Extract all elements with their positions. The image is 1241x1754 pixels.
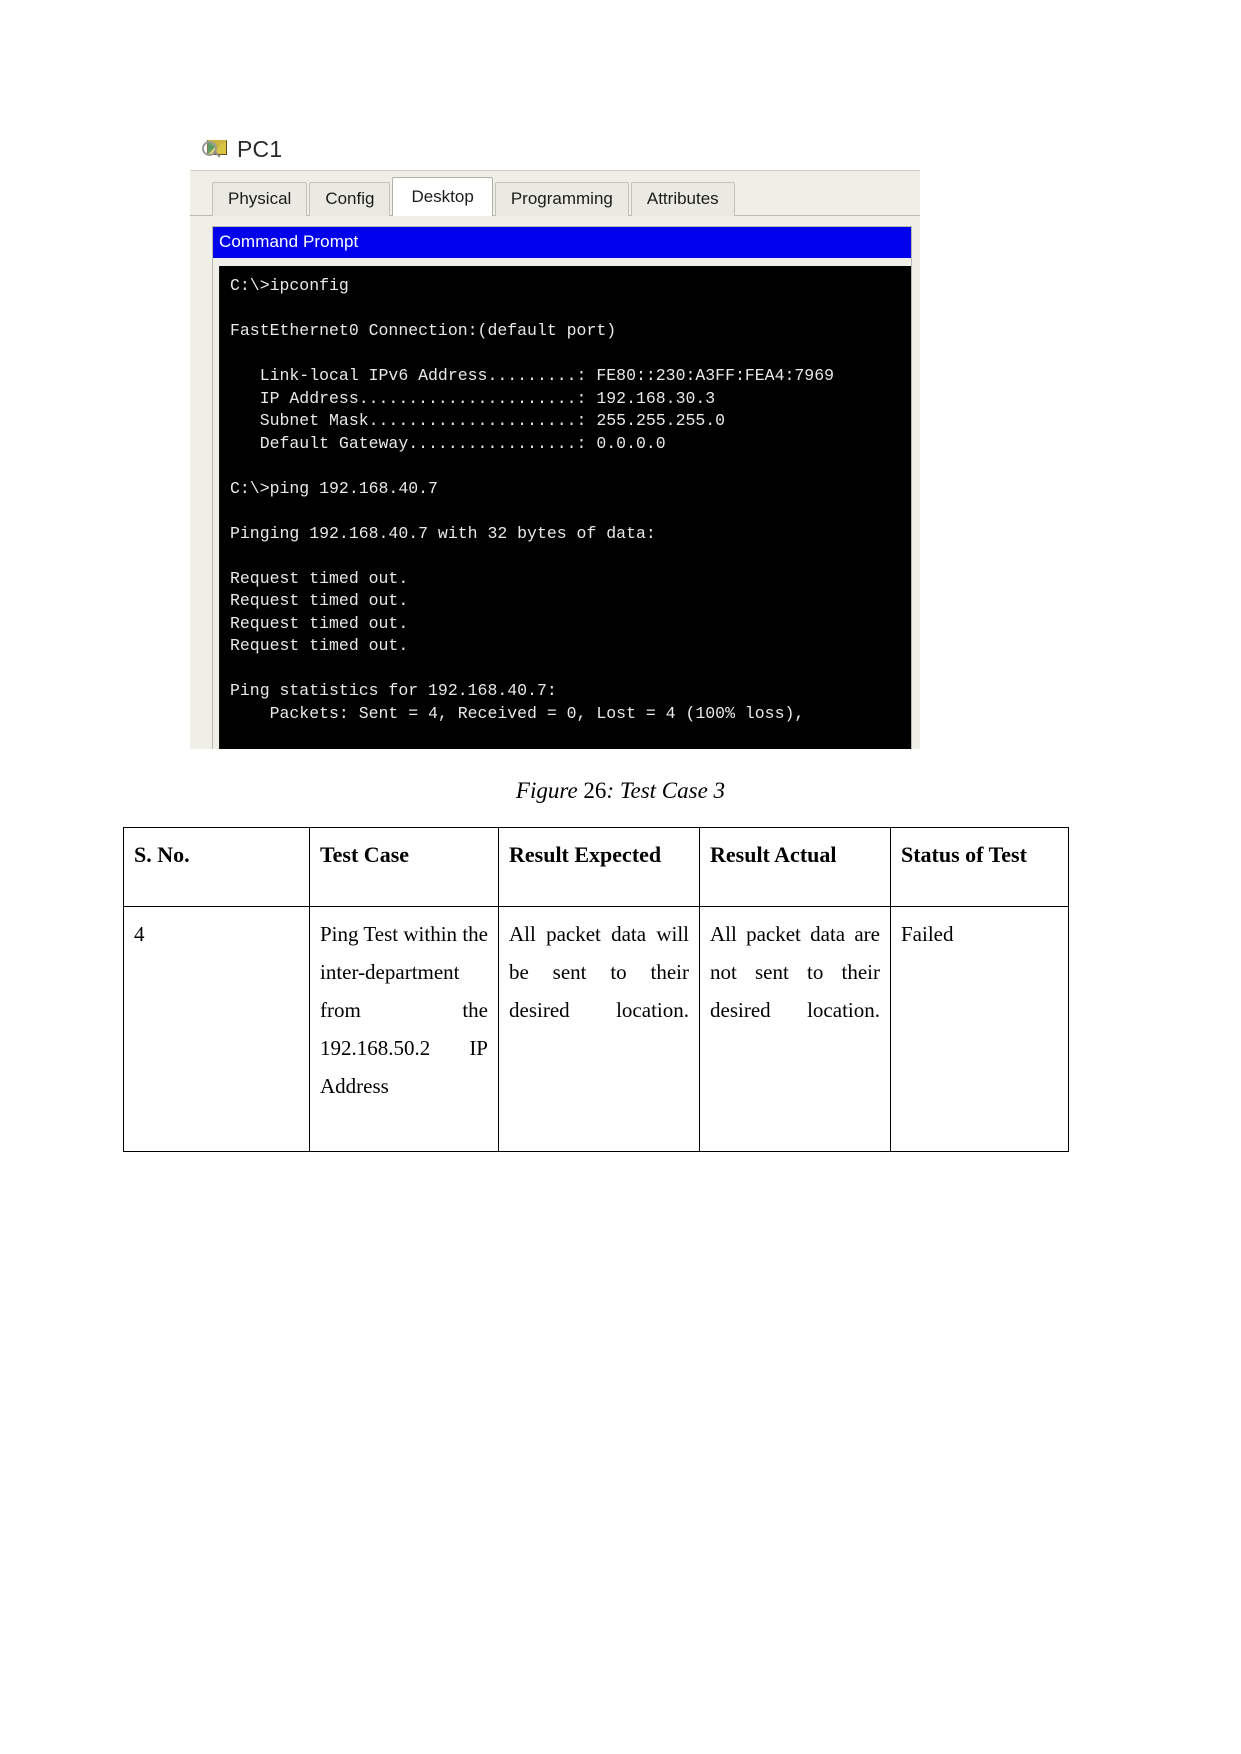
console-line-19: Packets: Sent = 4, Received = 0, Lost = … [230,703,805,723]
console-line-7: Default Gateway.................: 0.0.0.… [230,433,666,453]
console-line-3 [230,343,905,366]
cell-status: Failed [890,906,1069,1152]
console-line-6: Subnet Mask.....................: 255.25… [230,411,726,430]
header-status-of-test: Status of Test [890,827,1069,907]
header-result-actual: Result Actual [699,827,891,907]
figure-caption: Figure 26: Test Case 3 [0,778,1241,804]
command-prompt-body: C:\>ipconfig FastEthernet0 Connection:(d… [213,258,911,749]
console-line-16: Request timed out. [230,636,409,655]
console-line-10 [230,500,905,523]
device-tab-strip[interactable]: Physical Config Desktop Programming Attr… [190,177,920,216]
console-line-13: Request timed out. [230,568,409,588]
table-row: 4 Ping Test within the inter-department … [123,906,1069,1152]
packet-tracer-device-icon [202,136,228,162]
device-title-bar: PC1 [190,128,920,170]
console-line-17 [230,658,905,681]
console-line-0: C:\>ipconfig [230,276,349,295]
header-result-expected: Result Expected [498,827,700,907]
header-s-no: S. No. [123,827,310,907]
console-line-2: FastEthernet0 Connection:(default port) [230,321,617,340]
desktop-tab-content: Command Prompt C:\>ipconfig FastEthernet… [190,216,920,749]
device-window-panel: Physical Config Desktop Programming Attr… [190,170,920,749]
tab-programming[interactable]: Programming [494,182,629,216]
caption-suffix: : Test Case 3 [606,778,726,803]
console-line-9: C:\>ping 192.168.40.7 [230,478,438,498]
console-line-1 [230,298,905,321]
cell-s-no: 4 [123,906,310,1152]
console-line-5: IP Address......................: 192.16… [230,388,716,408]
cell-result-actual: All packet data are not sent to their de… [699,906,891,1152]
command-prompt-titlebar: Command Prompt [213,227,911,258]
caption-number: 26 [583,778,607,803]
tab-attributes[interactable]: Attributes [630,182,735,216]
cell-result-expected: All packet data will be sent to their de… [498,906,700,1152]
tab-desktop[interactable]: Desktop [392,177,493,216]
caption-prefix: Figure [515,778,584,803]
device-name-label: PC1 [237,135,283,162]
packet-tracer-figure: PC1 Physical Config Desktop Programming … [190,128,920,749]
tab-config[interactable]: Config [309,182,391,216]
console-line-4: Link-local IPv6 Address.........: FE80::… [230,366,834,385]
console-line-8 [230,455,905,478]
console-line-12 [230,545,905,568]
cell-test-case: Ping Test within the inter-department fr… [309,906,499,1152]
console-line-15: Request timed out. [230,613,409,633]
header-test-case: Test Case [309,827,499,907]
tab-physical[interactable]: Physical [212,182,308,216]
console-output[interactable]: C:\>ipconfig FastEthernet0 Connection:(d… [219,266,911,749]
console-line-14: Request timed out. [230,591,409,610]
console-line-11: Pinging 192.168.40.7 with 32 bytes of da… [230,523,656,543]
command-prompt-window: Command Prompt C:\>ipconfig FastEthernet… [212,226,912,749]
test-case-table: S. No. Test Case Result Expected Result … [123,827,1069,1152]
console-line-18: Ping statistics for 192.168.40.7: [230,681,557,700]
table-header-row: S. No. Test Case Result Expected Result … [123,827,1069,907]
